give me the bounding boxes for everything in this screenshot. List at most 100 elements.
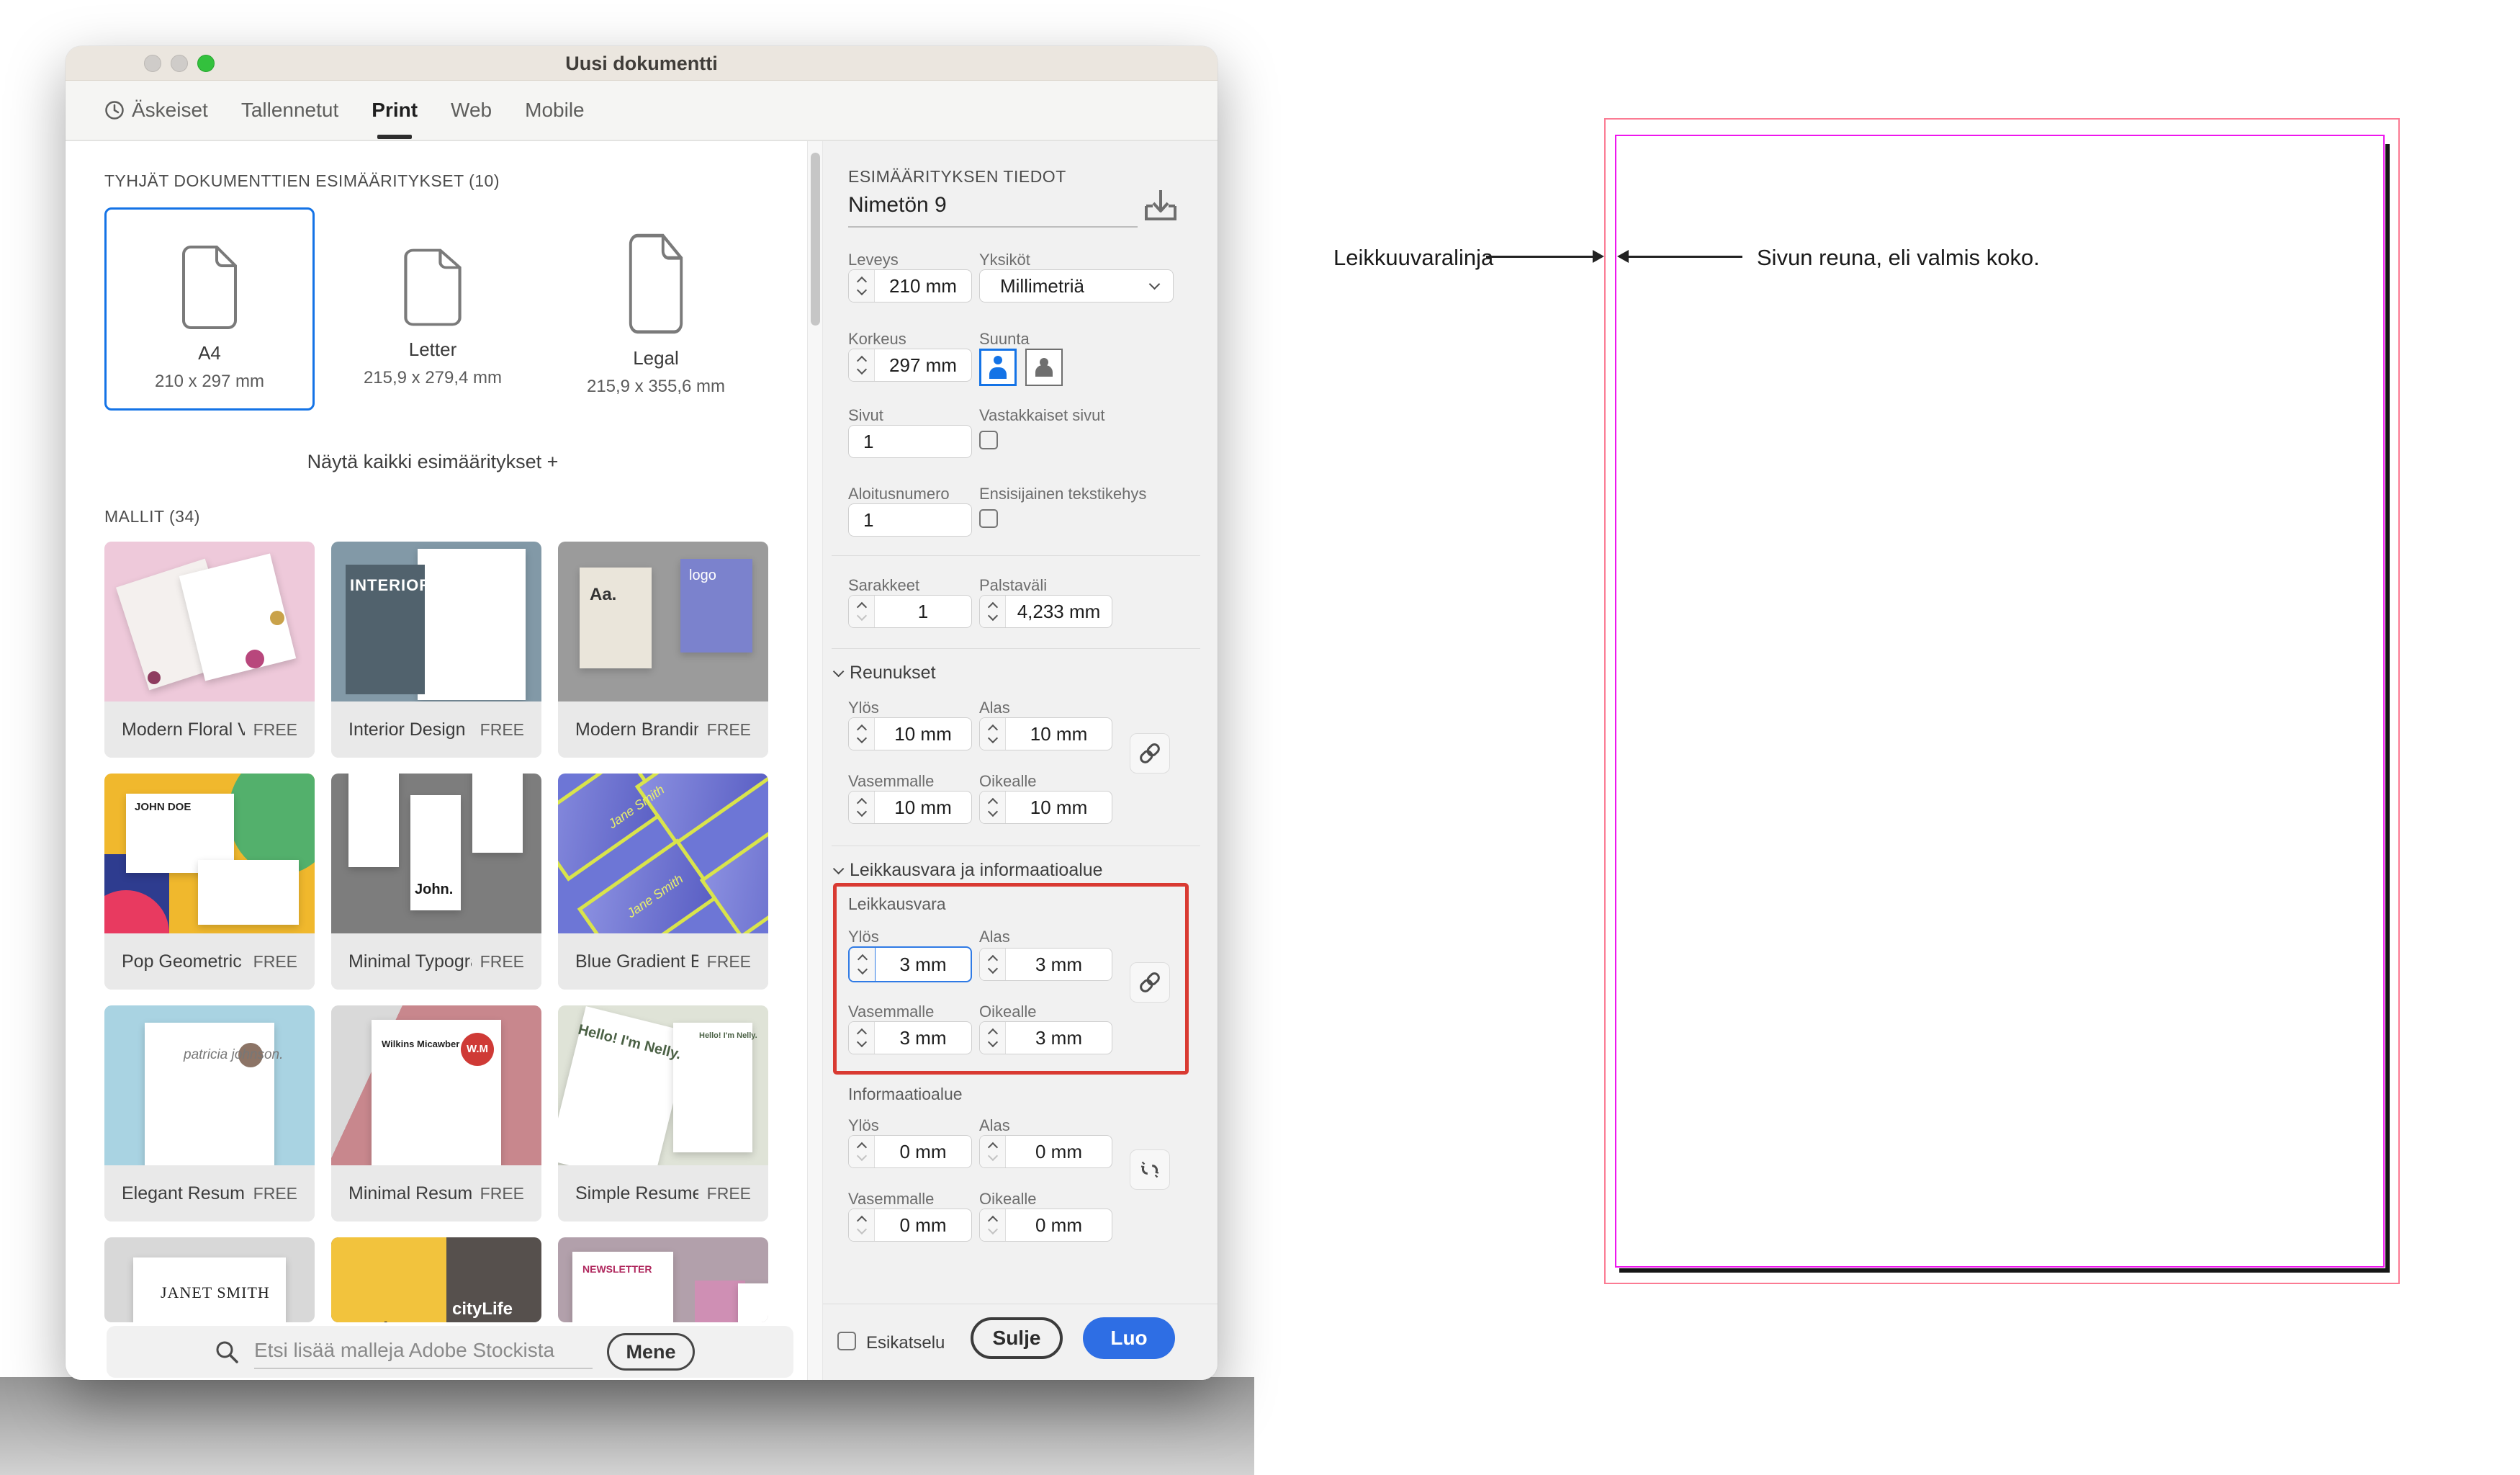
search-go-button[interactable]: Mene <box>607 1333 695 1371</box>
bleed-top-field[interactable]: 3 mm <box>848 946 972 982</box>
tab-web[interactable]: Web <box>451 99 492 122</box>
tab-print[interactable]: Print <box>372 99 418 122</box>
template-card[interactable]: Jane Smith Jane Smith Blue Gradient Busi… <box>558 774 768 990</box>
save-preset-icon[interactable] <box>1143 187 1178 225</box>
tab-recent[interactable]: Äskeiset <box>104 99 208 122</box>
field-value: 10 mm <box>875 792 971 823</box>
stepper[interactable] <box>850 948 876 981</box>
search-input[interactable] <box>254 1333 593 1369</box>
stepper[interactable] <box>980 792 1006 823</box>
stepper[interactable] <box>980 1022 1006 1054</box>
template-card[interactable]: Modern Floral Valen…FREE <box>104 542 315 758</box>
document-icon <box>176 243 243 332</box>
close-dialog-button[interactable]: Sulje <box>971 1317 1063 1359</box>
facing-pages-checkbox[interactable] <box>979 431 998 449</box>
arrow-line <box>1624 256 1742 258</box>
columns-field[interactable]: 1 <box>848 595 972 628</box>
stepper[interactable] <box>849 792 875 823</box>
margins-section-header[interactable]: Reunukset <box>833 663 936 683</box>
slug-bottom-field[interactable]: 0 mm <box>979 1135 1112 1168</box>
divider <box>832 555 1200 556</box>
margin-right-label: Oikealle <box>979 772 1036 791</box>
field-value: 3 mm <box>876 948 971 981</box>
start-number-field[interactable]: 1 <box>848 503 972 537</box>
chain-link-icon <box>1137 740 1163 766</box>
template-card[interactable]: John. Minimal Typographi…FREE <box>331 774 541 990</box>
landscape-orientation-button[interactable] <box>1025 349 1063 386</box>
preset-letter[interactable]: Letter 215,9 x 279,4 mm <box>328 207 538 411</box>
template-card[interactable]: patricia johnson. Elegant Resume Lay…FRE… <box>104 1005 315 1221</box>
preview-checkbox[interactable] <box>837 1332 856 1350</box>
margin-left-field[interactable]: 10 mm <box>848 791 972 824</box>
scrollbar-thumb[interactable] <box>811 153 820 326</box>
slug-link-button[interactable] <box>1130 1149 1170 1190</box>
margin-top-label: Ylös <box>848 699 879 717</box>
tab-mobile[interactable]: Mobile <box>525 99 584 122</box>
margin-top-field[interactable]: 10 mm <box>848 717 972 750</box>
details-heading: ESIMÄÄRITYKSEN TIEDOT <box>848 167 1066 187</box>
stepper[interactable] <box>980 1136 1006 1167</box>
template-card[interactable]: JOHN DOE Pop Geometric Busin…FREE <box>104 774 315 990</box>
pages-field[interactable]: 1 <box>848 425 972 458</box>
preset-legal[interactable]: Legal 215,9 x 355,6 mm <box>551 207 761 411</box>
template-card[interactable]: Hello! I'm Nelly. Hello! I'm Nelly. Simp… <box>558 1005 768 1221</box>
stepper[interactable] <box>849 1136 875 1167</box>
bleed-slug-section-header[interactable]: Leikkausvara ja informaatioalue <box>833 860 1103 881</box>
stepper[interactable] <box>849 1209 875 1241</box>
template-card[interactable]: travel cityLife <box>331 1237 541 1322</box>
template-card[interactable]: Wilkins Micawber W.M Minimal Resume Lay…… <box>331 1005 541 1221</box>
bleed-link-button[interactable] <box>1130 962 1170 1003</box>
margin-right-field[interactable]: 10 mm <box>979 791 1112 824</box>
tab-saved[interactable]: Tallennetut <box>241 99 338 122</box>
slug-right-field[interactable]: 0 mm <box>979 1209 1112 1242</box>
template-card[interactable]: INTERIORS Interior Design Maga…FREE <box>331 542 541 758</box>
field-value: 0 mm <box>1006 1136 1112 1167</box>
slug-left-field[interactable]: 0 mm <box>848 1209 972 1242</box>
template-card[interactable]: JANET SMITH <box>104 1237 315 1322</box>
margins-link-button[interactable] <box>1130 733 1170 774</box>
width-field[interactable]: 210 mm <box>848 269 972 302</box>
blank-presets-heading: TYHJÄT DOKUMENTTIEN ESIMÄÄRITYKSET (10) <box>104 171 500 191</box>
templates-heading: MALLIT (34) <box>104 507 200 526</box>
stepper[interactable] <box>980 949 1006 980</box>
slug-subheader: Informaatioalue <box>848 1085 963 1104</box>
scrollbar-track[interactable] <box>807 141 823 1380</box>
stepper[interactable] <box>849 718 875 750</box>
slug-left-label: Vasemmalle <box>848 1190 934 1209</box>
preset-dims: 215,9 x 355,6 mm <box>587 377 725 397</box>
stepper[interactable] <box>849 349 875 381</box>
start-number-label: Aloitusnumero <box>848 485 950 503</box>
bleed-bottom-field[interactable]: 3 mm <box>979 948 1112 981</box>
stepper[interactable] <box>849 270 875 302</box>
show-all-presets-link[interactable]: Näytä kaikki esimääritykset + <box>104 451 761 473</box>
document-name-input[interactable]: Nimetön 9 <box>848 193 947 218</box>
height-label: Korkeus <box>848 330 906 349</box>
units-dropdown[interactable]: Millimetriä <box>979 269 1174 302</box>
template-name: Minimal Typographi… <box>348 951 472 972</box>
slug-top-field[interactable]: 0 mm <box>848 1135 972 1168</box>
presets-and-templates-panel: TYHJÄT DOKUMENTTIEN ESIMÄÄRITYKSET (10) … <box>66 141 807 1380</box>
clock-icon <box>104 100 125 120</box>
template-card[interactable]: NEWSLETTER <box>558 1237 768 1322</box>
create-button[interactable]: Luo <box>1083 1317 1175 1359</box>
gutter-field[interactable]: 4,233 mm <box>979 595 1112 628</box>
chevron-down-icon <box>833 864 845 875</box>
thumbnail-text: patricia johnson. <box>184 1047 283 1063</box>
stepper[interactable] <box>849 596 875 627</box>
stepper[interactable] <box>849 1022 875 1054</box>
margin-bottom-field[interactable]: 10 mm <box>979 717 1112 750</box>
page-shadow-bottom <box>1619 1268 2390 1273</box>
free-badge: FREE <box>707 720 751 740</box>
portrait-orientation-button[interactable] <box>979 349 1017 386</box>
template-card[interactable]: logo Aa. Modern Branding St…FREE <box>558 542 768 758</box>
bleed-right-field[interactable]: 3 mm <box>979 1021 1112 1054</box>
height-field[interactable]: 297 mm <box>848 349 972 382</box>
primary-text-frame-checkbox[interactable] <box>979 509 998 528</box>
bleed-left-field[interactable]: 3 mm <box>848 1021 972 1054</box>
preset-a4[interactable]: A4 210 x 297 mm <box>104 207 315 411</box>
free-badge: FREE <box>707 1184 751 1203</box>
stepper[interactable] <box>980 596 1006 627</box>
thumbnail-text: Aa. <box>590 585 616 605</box>
stepper[interactable] <box>980 718 1006 750</box>
stepper[interactable] <box>980 1209 1006 1241</box>
